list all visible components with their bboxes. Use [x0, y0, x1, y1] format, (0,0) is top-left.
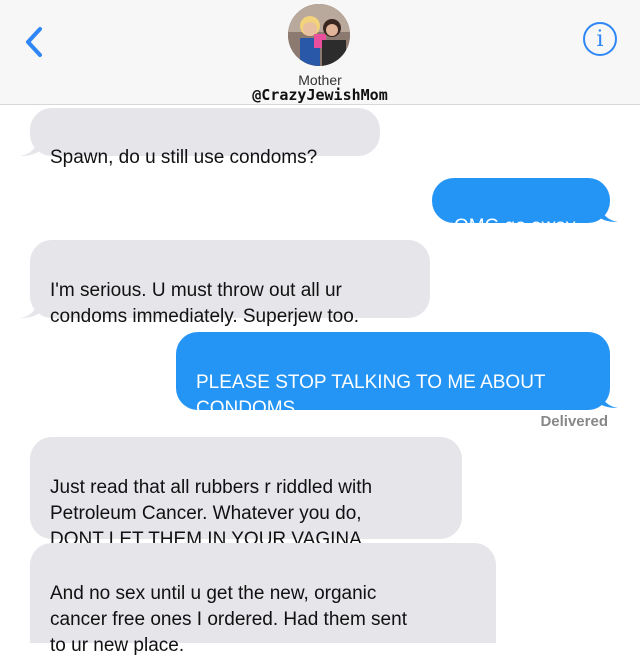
bubble-tail: [596, 388, 618, 408]
delivered-status: Delivered: [540, 413, 608, 430]
message-bubble-incoming[interactable]: Just read that all rubbers r riddled wit…: [30, 437, 462, 550]
back-button[interactable]: [14, 20, 54, 64]
message-text: PLEASE STOP TALKING TO ME ABOUT CONDOMS: [196, 372, 546, 419]
avatar-photo: [288, 4, 350, 66]
info-button[interactable]: i: [583, 22, 617, 56]
message-bubble-incoming[interactable]: And no sex until u get the new, organic …: [30, 543, 496, 656]
message-bubble-incoming[interactable]: I'm serious. U must throw out all ur con…: [30, 240, 430, 327]
bubble-tail: [20, 136, 42, 156]
message-text: Just read that all rubbers r riddled wit…: [50, 477, 373, 550]
message-bubble-incoming[interactable]: Spawn, do u still use condoms?: [30, 108, 380, 168]
message-text: OMG go away: [454, 216, 576, 237]
message-text: And no sex until u get the new, organic …: [50, 583, 407, 656]
message-text: Spawn, do u still use condoms?: [50, 147, 318, 168]
message-text: I'm serious. U must throw out all ur con…: [50, 280, 360, 327]
avatar[interactable]: [288, 4, 350, 66]
info-icon: i: [596, 26, 604, 52]
bubble-tail: [20, 298, 42, 318]
message-bubble-outgoing[interactable]: OMG go away: [432, 178, 610, 237]
message-bubble-outgoing[interactable]: PLEASE STOP TALKING TO ME ABOUT CONDOMS: [176, 332, 610, 419]
contact-handle: @CrazyJewishMom: [252, 86, 388, 104]
conversation-header: i Mother @CrazyJewishMom: [0, 0, 640, 105]
chevron-left-icon: [26, 27, 42, 57]
bubble-tail: [596, 202, 618, 222]
